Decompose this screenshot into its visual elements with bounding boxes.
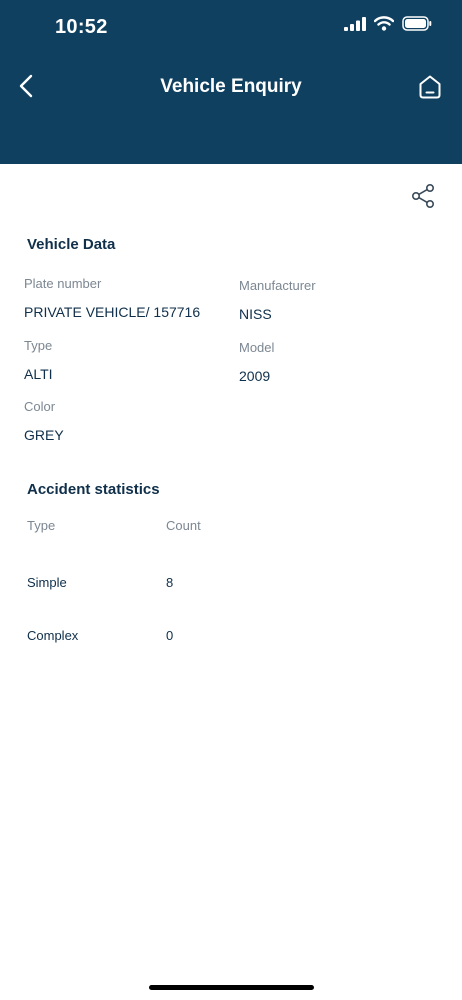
wifi-icon <box>374 16 394 31</box>
status-bar: 10:52 <box>0 0 462 54</box>
plate-number-label: Plate number <box>24 276 102 291</box>
page-title: Vehicle Enquiry <box>160 76 302 97</box>
accident-count-cell: 8 <box>166 575 174 590</box>
accident-type-cell: Simple <box>27 575 67 590</box>
share-icon <box>411 183 435 208</box>
home-indicator[interactable] <box>149 985 314 990</box>
color-label: Color <box>24 399 56 414</box>
vehicle-data-title: Vehicle Data <box>27 236 116 253</box>
accident-count-header: Count <box>166 518 201 533</box>
battery-icon <box>402 16 432 31</box>
accident-statistics-title: Accident statistics <box>27 481 160 498</box>
cellular-signal-icon <box>344 16 366 31</box>
status-icons <box>344 16 432 31</box>
accident-type-cell: Complex <box>27 628 79 643</box>
share-button[interactable] <box>410 182 436 210</box>
home-button[interactable] <box>416 72 444 102</box>
home-icon <box>419 75 441 99</box>
type-value: ALTI <box>24 366 53 382</box>
accident-count-cell: 0 <box>166 628 174 643</box>
accident-type-header: Type <box>27 518 56 533</box>
model-label: Model <box>239 340 275 355</box>
manufacturer-value: NISS <box>239 306 272 322</box>
color-value: GREY <box>24 427 64 443</box>
status-time: 10:52 <box>55 16 108 38</box>
plate-number-value: PRIVATE VEHICLE/ 157716 <box>24 304 201 320</box>
manufacturer-label: Manufacturer <box>239 278 316 293</box>
type-label: Type <box>24 338 53 353</box>
app-header: 10:52 Vehicle Enquiry <box>0 0 462 164</box>
model-value: 2009 <box>239 368 271 384</box>
